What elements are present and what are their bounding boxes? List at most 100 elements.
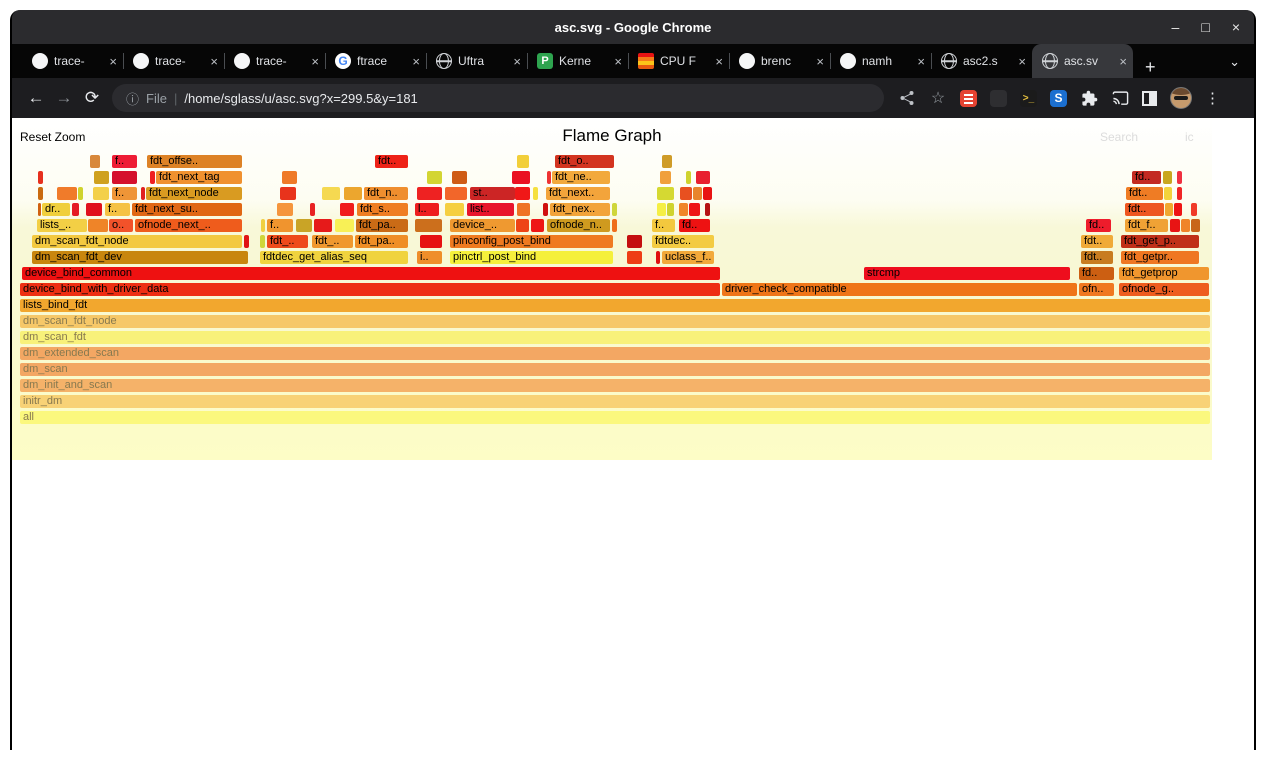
flame-frame-fdt[interactable]: fdt.. [1126, 187, 1163, 200]
flame-frame[interactable] [1164, 187, 1172, 200]
tab-close-icon[interactable]: × [715, 54, 723, 69]
flame-frame-fdt[interactable]: fdt.. [1125, 203, 1164, 216]
flame-frame-dm_scan_fdt_node[interactable]: dm_scan_fdt_node [20, 315, 1210, 328]
new-tab-button[interactable]: + [1145, 57, 1156, 78]
minimize-button[interactable]: – [1172, 19, 1180, 35]
flame-frame-fdtdec_get_alias_seq[interactable]: fdtdec_get_alias_seq [260, 251, 408, 264]
flame-frame[interactable] [94, 171, 109, 184]
flame-frame-fdt_ne[interactable]: fdt_ne.. [552, 171, 610, 184]
flame-frame[interactable] [344, 187, 362, 200]
flame-frame[interactable] [282, 171, 297, 184]
flame-frame-fdt_[interactable]: fdt_.. [267, 235, 308, 248]
flame-frame[interactable] [244, 235, 249, 248]
flame-frame-dm_scan_fdt_dev[interactable]: dm_scan_fdt_dev [32, 251, 248, 264]
close-button[interactable]: × [1232, 19, 1240, 35]
flame-frame-device_[interactable]: device_.. [450, 219, 515, 232]
flame-frame-dr[interactable]: dr.. [42, 203, 70, 216]
browser-tab[interactable]: namh × [830, 44, 931, 78]
flame-frame-pinctrl_post_bind[interactable]: pinctrl_post_bind [450, 251, 613, 264]
flame-frame[interactable] [547, 171, 551, 184]
tab-close-icon[interactable]: × [311, 54, 319, 69]
flame-frame[interactable] [296, 219, 312, 232]
flame-frame[interactable] [531, 219, 544, 232]
dark-extension-icon[interactable] [990, 90, 1007, 107]
browser-tab[interactable]: CPU F × [628, 44, 729, 78]
flame-frame[interactable] [705, 203, 710, 216]
flame-frame-fdt[interactable]: fdt.. [375, 155, 408, 168]
flame-frame[interactable] [427, 171, 442, 184]
flame-frame[interactable] [310, 203, 315, 216]
flame-frame[interactable] [150, 171, 155, 184]
flame-frame[interactable] [693, 187, 702, 200]
flame-frame-st[interactable]: st.. [470, 187, 515, 200]
flame-frame-all[interactable]: all [20, 411, 1210, 424]
page-info-icon[interactable]: ⓘ [126, 89, 139, 108]
flame-frame-fd[interactable]: fd.. [679, 219, 710, 232]
flame-frame-dm_scan[interactable]: dm_scan [20, 363, 1210, 376]
flame-frame[interactable] [38, 171, 43, 184]
flame-frame-dm_scan_fdt[interactable]: dm_scan_fdt [20, 331, 1210, 344]
flame-frame-f[interactable]: f.. [112, 187, 137, 200]
flame-frame-ofnode_next_[interactable]: ofnode_next_.. [135, 219, 242, 232]
menu-dots-icon[interactable]: ⋮ [1205, 89, 1220, 107]
profile-avatar[interactable] [1170, 87, 1192, 109]
flame-frame-fdt_f[interactable]: fdt_f.. [1125, 219, 1168, 232]
flame-frame[interactable] [657, 187, 674, 200]
flame-frame-fdt_next_su[interactable]: fdt_next_su.. [132, 203, 242, 216]
flame-frame[interactable] [280, 187, 296, 200]
flame-frame[interactable] [517, 155, 529, 168]
flame-frame-device_bind_common[interactable]: device_bind_common [22, 267, 720, 280]
flame-frame[interactable] [1191, 203, 1197, 216]
flame-frame-dm_init_and_scan[interactable]: dm_init_and_scan [20, 379, 1210, 392]
blue-s-extension-icon[interactable]: S [1050, 90, 1067, 107]
flame-frame-fdt_s[interactable]: fdt_s.. [357, 203, 408, 216]
flame-frame-fdt_next_node[interactable]: fdt_next_node [146, 187, 242, 200]
tab-close-icon[interactable]: × [614, 54, 622, 69]
flame-frame[interactable] [445, 187, 467, 200]
browser-tab[interactable]: G ftrace × [325, 44, 426, 78]
flame-frame-uclass_f[interactable]: uclass_f.. [662, 251, 714, 264]
tab-close-icon[interactable]: × [109, 54, 117, 69]
flame-ignore-case-button[interactable]: ic [1185, 130, 1194, 144]
browser-tab[interactable]: Uftra × [426, 44, 527, 78]
flame-frame[interactable] [314, 219, 332, 232]
flame-frame[interactable] [90, 155, 100, 168]
back-button[interactable]: ← [22, 88, 50, 108]
flame-frame-fdt_o[interactable]: fdt_o.. [555, 155, 614, 168]
flame-frame-f[interactable]: f.. [267, 219, 293, 232]
flame-frame-ofnode_n[interactable]: ofnode_n.. [547, 219, 610, 232]
flame-frame[interactable] [445, 203, 464, 216]
flame-frame-lists_bind_fdt[interactable]: lists_bind_fdt [20, 299, 1210, 312]
flame-frame[interactable] [1181, 219, 1190, 232]
flame-frame-f[interactable]: f.. [652, 219, 675, 232]
flame-frame-i[interactable]: i.. [417, 251, 442, 264]
flame-frame-device_bind_with_driver_data[interactable]: device_bind_with_driver_data [20, 283, 720, 296]
flame-frame[interactable] [452, 171, 467, 184]
browser-tab[interactable]: trace- × [224, 44, 325, 78]
flame-frame-ofn[interactable]: ofn.. [1079, 283, 1114, 296]
flame-frame-f[interactable]: f.. [112, 155, 137, 168]
flame-frame[interactable] [612, 203, 617, 216]
browser-tab[interactable]: trace- × [123, 44, 224, 78]
flame-frame[interactable] [335, 219, 354, 232]
flame-frame-fdt_[interactable]: fdt_.. [312, 235, 353, 248]
flame-frame-fdt_n[interactable]: fdt_n.. [364, 187, 408, 200]
flame-frame-fdt_next_tag[interactable]: fdt_next_tag [156, 171, 242, 184]
flame-frame[interactable] [657, 203, 666, 216]
tab-close-icon[interactable]: × [513, 54, 521, 69]
terminal-extension-icon[interactable]: >_ [1020, 90, 1037, 107]
flame-frame-lists_[interactable]: lists_.. [37, 219, 87, 232]
flame-frame[interactable] [656, 251, 660, 264]
flame-frame[interactable] [1165, 203, 1173, 216]
flame-frame-fdt_getpr[interactable]: fdt_getpr.. [1121, 251, 1199, 264]
flame-frame[interactable] [1170, 219, 1180, 232]
browser-tab[interactable]: brenc × [729, 44, 830, 78]
flame-frame-fdt_pa[interactable]: fdt_pa.. [356, 219, 408, 232]
flame-frame[interactable] [667, 203, 674, 216]
flame-frame-fdt_nex[interactable]: fdt_nex.. [550, 203, 610, 216]
flame-frame[interactable] [543, 203, 548, 216]
url-text[interactable]: /home/sglass/u/asc.svg?x=299.5&y=181 [184, 91, 417, 106]
flame-frame[interactable] [38, 187, 43, 200]
flame-frame[interactable] [322, 187, 340, 200]
flame-frame[interactable] [340, 203, 354, 216]
